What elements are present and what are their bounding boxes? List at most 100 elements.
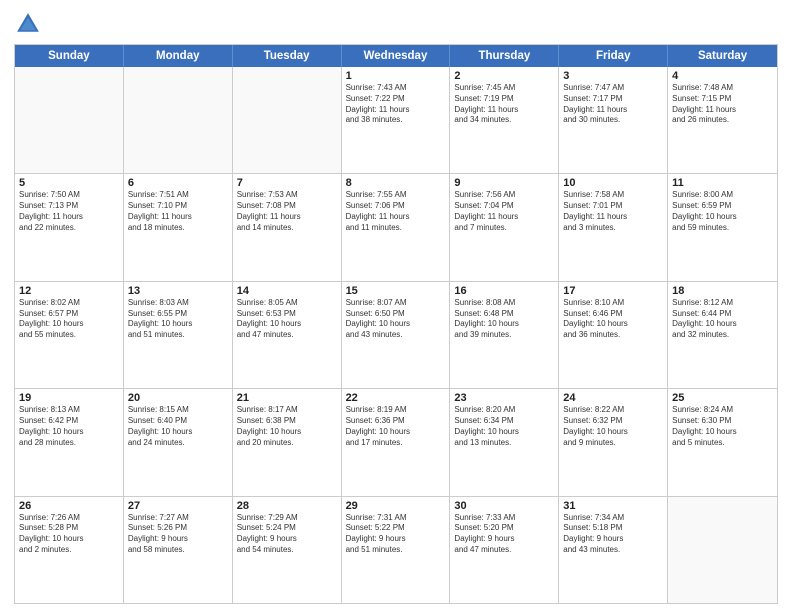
cell-daylight-info: Sunrise: 7:53 AM Sunset: 7:08 PM Dayligh…: [237, 190, 337, 233]
cell-daylight-info: Sunrise: 8:13 AM Sunset: 6:42 PM Dayligh…: [19, 405, 119, 448]
calendar-cell: 17Sunrise: 8:10 AM Sunset: 6:46 PM Dayli…: [559, 282, 668, 388]
day-number: 10: [563, 177, 663, 189]
calendar-week-1: 1Sunrise: 7:43 AM Sunset: 7:22 PM Daylig…: [15, 67, 777, 174]
day-number: 29: [346, 500, 446, 512]
cell-daylight-info: Sunrise: 7:31 AM Sunset: 5:22 PM Dayligh…: [346, 513, 446, 556]
calendar-cell: [233, 67, 342, 173]
day-number: 9: [454, 177, 554, 189]
calendar-cell: 21Sunrise: 8:17 AM Sunset: 6:38 PM Dayli…: [233, 389, 342, 495]
calendar-cell: 23Sunrise: 8:20 AM Sunset: 6:34 PM Dayli…: [450, 389, 559, 495]
day-number: 18: [672, 285, 773, 297]
calendar-cell: 29Sunrise: 7:31 AM Sunset: 5:22 PM Dayli…: [342, 497, 451, 603]
day-number: 31: [563, 500, 663, 512]
cell-daylight-info: Sunrise: 7:34 AM Sunset: 5:18 PM Dayligh…: [563, 513, 663, 556]
day-number: 25: [672, 392, 773, 404]
calendar-cell: 26Sunrise: 7:26 AM Sunset: 5:28 PM Dayli…: [15, 497, 124, 603]
header-day-friday: Friday: [559, 45, 668, 67]
cell-daylight-info: Sunrise: 7:26 AM Sunset: 5:28 PM Dayligh…: [19, 513, 119, 556]
cell-daylight-info: Sunrise: 7:55 AM Sunset: 7:06 PM Dayligh…: [346, 190, 446, 233]
cell-daylight-info: Sunrise: 8:22 AM Sunset: 6:32 PM Dayligh…: [563, 405, 663, 448]
cell-daylight-info: Sunrise: 7:50 AM Sunset: 7:13 PM Dayligh…: [19, 190, 119, 233]
calendar-cell: 3Sunrise: 7:47 AM Sunset: 7:17 PM Daylig…: [559, 67, 668, 173]
calendar-cell: 16Sunrise: 8:08 AM Sunset: 6:48 PM Dayli…: [450, 282, 559, 388]
day-number: 26: [19, 500, 119, 512]
header-day-sunday: Sunday: [15, 45, 124, 67]
day-number: 17: [563, 285, 663, 297]
header-day-thursday: Thursday: [450, 45, 559, 67]
calendar-cell: 25Sunrise: 8:24 AM Sunset: 6:30 PM Dayli…: [668, 389, 777, 495]
header-day-wednesday: Wednesday: [342, 45, 451, 67]
calendar-cell: 5Sunrise: 7:50 AM Sunset: 7:13 PM Daylig…: [15, 174, 124, 280]
day-number: 4: [672, 70, 773, 82]
day-number: 27: [128, 500, 228, 512]
cell-daylight-info: Sunrise: 8:05 AM Sunset: 6:53 PM Dayligh…: [237, 298, 337, 341]
calendar-cell: 12Sunrise: 8:02 AM Sunset: 6:57 PM Dayli…: [15, 282, 124, 388]
cell-daylight-info: Sunrise: 7:43 AM Sunset: 7:22 PM Dayligh…: [346, 83, 446, 126]
day-number: 12: [19, 285, 119, 297]
day-number: 11: [672, 177, 773, 189]
cell-daylight-info: Sunrise: 8:15 AM Sunset: 6:40 PM Dayligh…: [128, 405, 228, 448]
header-day-saturday: Saturday: [668, 45, 777, 67]
day-number: 23: [454, 392, 554, 404]
cell-daylight-info: Sunrise: 8:08 AM Sunset: 6:48 PM Dayligh…: [454, 298, 554, 341]
day-number: 1: [346, 70, 446, 82]
cell-daylight-info: Sunrise: 7:33 AM Sunset: 5:20 PM Dayligh…: [454, 513, 554, 556]
cell-daylight-info: Sunrise: 8:17 AM Sunset: 6:38 PM Dayligh…: [237, 405, 337, 448]
calendar-header: SundayMondayTuesdayWednesdayThursdayFrid…: [15, 45, 777, 67]
logo: [14, 10, 46, 38]
calendar-cell: 2Sunrise: 7:45 AM Sunset: 7:19 PM Daylig…: [450, 67, 559, 173]
day-number: 13: [128, 285, 228, 297]
day-number: 7: [237, 177, 337, 189]
cell-daylight-info: Sunrise: 7:29 AM Sunset: 5:24 PM Dayligh…: [237, 513, 337, 556]
cell-daylight-info: Sunrise: 7:45 AM Sunset: 7:19 PM Dayligh…: [454, 83, 554, 126]
day-number: 19: [19, 392, 119, 404]
cell-daylight-info: Sunrise: 8:10 AM Sunset: 6:46 PM Dayligh…: [563, 298, 663, 341]
header-day-tuesday: Tuesday: [233, 45, 342, 67]
calendar-cell: 14Sunrise: 8:05 AM Sunset: 6:53 PM Dayli…: [233, 282, 342, 388]
calendar-cell: 24Sunrise: 8:22 AM Sunset: 6:32 PM Dayli…: [559, 389, 668, 495]
calendar-cell: 6Sunrise: 7:51 AM Sunset: 7:10 PM Daylig…: [124, 174, 233, 280]
day-number: 22: [346, 392, 446, 404]
day-number: 16: [454, 285, 554, 297]
calendar-week-4: 19Sunrise: 8:13 AM Sunset: 6:42 PM Dayli…: [15, 389, 777, 496]
calendar-cell: 7Sunrise: 7:53 AM Sunset: 7:08 PM Daylig…: [233, 174, 342, 280]
header: [14, 10, 778, 38]
cell-daylight-info: Sunrise: 8:02 AM Sunset: 6:57 PM Dayligh…: [19, 298, 119, 341]
cell-daylight-info: Sunrise: 7:56 AM Sunset: 7:04 PM Dayligh…: [454, 190, 554, 233]
calendar-cell: 18Sunrise: 8:12 AM Sunset: 6:44 PM Dayli…: [668, 282, 777, 388]
page: SundayMondayTuesdayWednesdayThursdayFrid…: [0, 0, 792, 612]
day-number: 14: [237, 285, 337, 297]
cell-daylight-info: Sunrise: 7:47 AM Sunset: 7:17 PM Dayligh…: [563, 83, 663, 126]
day-number: 20: [128, 392, 228, 404]
cell-daylight-info: Sunrise: 8:20 AM Sunset: 6:34 PM Dayligh…: [454, 405, 554, 448]
calendar-week-5: 26Sunrise: 7:26 AM Sunset: 5:28 PM Dayli…: [15, 497, 777, 603]
calendar-cell: 1Sunrise: 7:43 AM Sunset: 7:22 PM Daylig…: [342, 67, 451, 173]
calendar-cell: 20Sunrise: 8:15 AM Sunset: 6:40 PM Dayli…: [124, 389, 233, 495]
calendar-cell: 19Sunrise: 8:13 AM Sunset: 6:42 PM Dayli…: [15, 389, 124, 495]
logo-icon: [14, 10, 42, 38]
day-number: 30: [454, 500, 554, 512]
calendar-cell: 11Sunrise: 8:00 AM Sunset: 6:59 PM Dayli…: [668, 174, 777, 280]
cell-daylight-info: Sunrise: 8:00 AM Sunset: 6:59 PM Dayligh…: [672, 190, 773, 233]
cell-daylight-info: Sunrise: 8:07 AM Sunset: 6:50 PM Dayligh…: [346, 298, 446, 341]
calendar-cell: 22Sunrise: 8:19 AM Sunset: 6:36 PM Dayli…: [342, 389, 451, 495]
calendar-week-2: 5Sunrise: 7:50 AM Sunset: 7:13 PM Daylig…: [15, 174, 777, 281]
cell-daylight-info: Sunrise: 8:12 AM Sunset: 6:44 PM Dayligh…: [672, 298, 773, 341]
calendar-cell: 9Sunrise: 7:56 AM Sunset: 7:04 PM Daylig…: [450, 174, 559, 280]
calendar-cell: 30Sunrise: 7:33 AM Sunset: 5:20 PM Dayli…: [450, 497, 559, 603]
calendar-cell: 28Sunrise: 7:29 AM Sunset: 5:24 PM Dayli…: [233, 497, 342, 603]
calendar-cell: 15Sunrise: 8:07 AM Sunset: 6:50 PM Dayli…: [342, 282, 451, 388]
cell-daylight-info: Sunrise: 8:19 AM Sunset: 6:36 PM Dayligh…: [346, 405, 446, 448]
calendar-week-3: 12Sunrise: 8:02 AM Sunset: 6:57 PM Dayli…: [15, 282, 777, 389]
cell-daylight-info: Sunrise: 8:03 AM Sunset: 6:55 PM Dayligh…: [128, 298, 228, 341]
day-number: 8: [346, 177, 446, 189]
calendar-cell: 8Sunrise: 7:55 AM Sunset: 7:06 PM Daylig…: [342, 174, 451, 280]
day-number: 6: [128, 177, 228, 189]
day-number: 21: [237, 392, 337, 404]
header-day-monday: Monday: [124, 45, 233, 67]
cell-daylight-info: Sunrise: 7:51 AM Sunset: 7:10 PM Dayligh…: [128, 190, 228, 233]
day-number: 28: [237, 500, 337, 512]
calendar-cell: [668, 497, 777, 603]
day-number: 15: [346, 285, 446, 297]
cell-daylight-info: Sunrise: 7:48 AM Sunset: 7:15 PM Dayligh…: [672, 83, 773, 126]
